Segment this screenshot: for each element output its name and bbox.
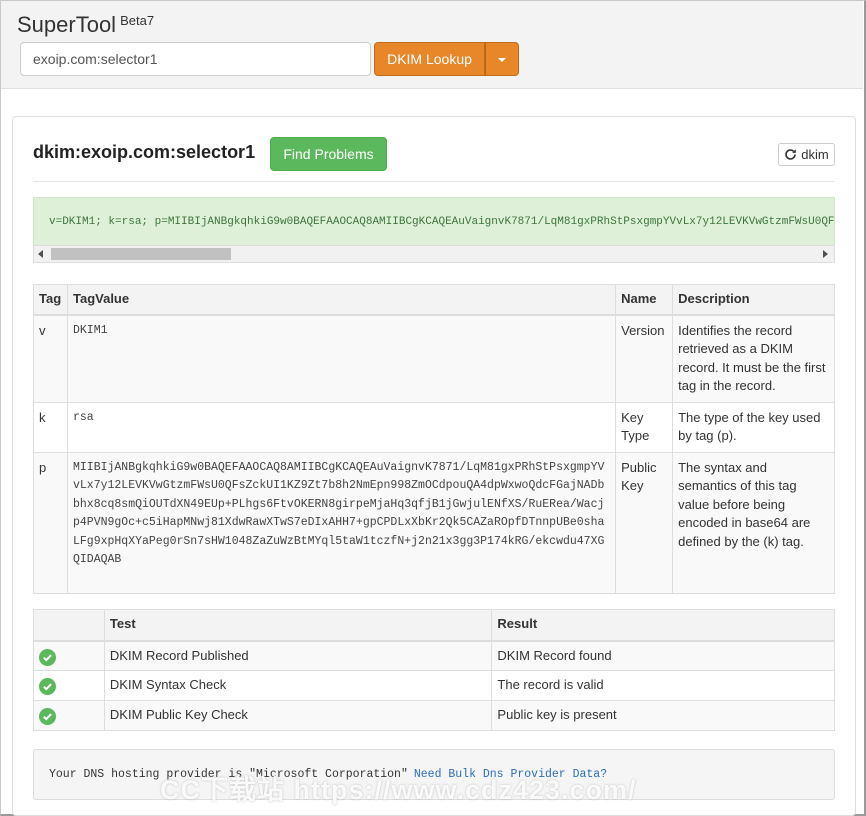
tag-value-cell: rsa <box>66 401 617 453</box>
test-table: Test Result DKIM Record Published DKIM R… <box>33 609 835 731</box>
test-name-cell: DKIM Record Published <box>103 640 493 671</box>
tag-name-cell: Public Key <box>615 451 674 594</box>
tag-cell: k <box>33 401 68 453</box>
tag-table: Tag TagValue Name Description v DKIM1 Ve… <box>33 284 835 594</box>
beta-badge: Beta7 <box>120 13 155 28</box>
brand-name: SuperTool <box>17 12 117 37</box>
divider <box>33 181 835 182</box>
lookup-button-group: DKIM Lookup <box>374 42 519 76</box>
find-problems-button[interactable]: Find Problems <box>270 137 387 171</box>
watermark: CC下载站 https://www.cdz423.com/ <box>160 775 637 805</box>
scroll-right-icon[interactable] <box>823 250 828 258</box>
check-circle-icon <box>39 678 56 695</box>
column-header: TagValue <box>66 284 617 316</box>
brand-logo[interactable]: SuperTool Beta7 <box>17 12 154 38</box>
status-cell <box>33 640 105 671</box>
table-row: p MIIBIjANBgkqhkiG9w0BAQEFAAOCAQ8AMIIBCg… <box>33 451 835 594</box>
test-name-cell: DKIM Public Key Check <box>103 700 493 731</box>
tag-value-cell: MIIBIjANBgkqhkiG9w0BAQEFAAOCAQ8AMIIBCgKC… <box>66 451 617 594</box>
test-result-cell: DKIM Record found <box>491 640 835 671</box>
record-scrollbar[interactable] <box>33 245 835 263</box>
check-circle-icon <box>39 648 56 666</box>
test-name-cell: DKIM Syntax Check <box>103 670 493 701</box>
refresh-icon <box>785 149 797 160</box>
status-cell <box>33 700 105 731</box>
check-circle-icon <box>39 708 56 725</box>
tag-cell: p <box>33 451 68 594</box>
raw-record: v=DKIM1; k=rsa; p=MIIBIjANBgkqhkiG9w0BAQ… <box>33 197 835 245</box>
caret-down-icon <box>498 58 506 62</box>
table-row: DKIM Syntax Check The record is valid <box>33 670 835 701</box>
status-cell <box>33 670 105 701</box>
table-row: DKIM Record Published DKIM Record found <box>33 640 835 671</box>
column-header: Name <box>615 284 674 316</box>
table-row: k rsa Key Type The type of the key used … <box>33 401 835 453</box>
lookup-dropdown-toggle[interactable] <box>485 42 519 76</box>
table-row: v DKIM1 Version Identifies the record re… <box>33 314 835 403</box>
column-header: Tag <box>33 284 68 316</box>
tag-description-cell: The type of the key used by tag (p). <box>672 401 835 453</box>
tag-name-cell: Version <box>615 314 674 403</box>
scroll-thumb[interactable] <box>51 248 231 260</box>
search-input[interactable] <box>20 42 371 76</box>
record-title: dkim:exoip.com:selector1 <box>33 142 256 162</box>
test-table-header: Test Result <box>33 609 835 642</box>
refresh-label: dkim <box>801 147 829 162</box>
column-header: Test <box>103 609 493 642</box>
tag-description-cell: The syntax and semantics of this tag val… <box>672 451 835 594</box>
test-result-cell: The record is valid <box>491 670 835 701</box>
tag-name-cell: Key Type <box>615 401 674 453</box>
tag-cell: v <box>33 314 68 403</box>
scroll-left-icon[interactable] <box>38 250 43 258</box>
column-header: Description <box>672 284 835 316</box>
column-header: Result <box>491 609 835 642</box>
tag-value-cell: DKIM1 <box>66 314 617 403</box>
tag-table-header: Tag TagValue Name Description <box>33 284 835 316</box>
dkim-lookup-button[interactable]: DKIM Lookup <box>374 42 485 76</box>
tag-description-cell: Identifies the record retrieved as a DKI… <box>672 314 835 403</box>
refresh-dkim-button[interactable]: dkim <box>778 143 835 166</box>
table-row: DKIM Public Key Check Public key is pres… <box>33 700 835 731</box>
test-result-cell: Public key is present <box>491 700 835 731</box>
column-header <box>33 609 105 642</box>
